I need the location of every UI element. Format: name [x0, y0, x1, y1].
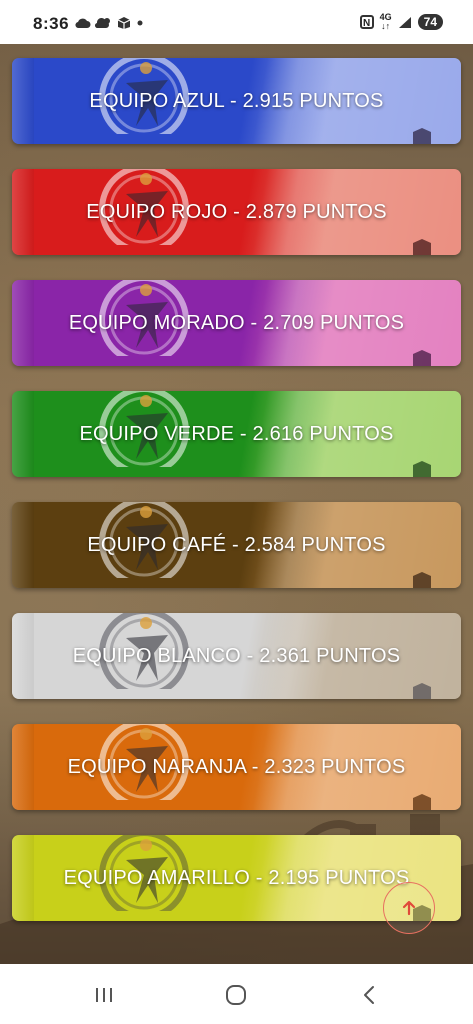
- back-button[interactable]: [354, 982, 384, 1008]
- recent-apps-icon: [96, 988, 112, 1002]
- network-4g-icon: 4G ↓↑: [379, 12, 392, 31]
- status-bar: 8:36 N 4G ↓↑ 74: [0, 0, 473, 44]
- team-card[interactable]: EQUIPO BLANCO - 2.361 PUNTOS: [12, 613, 461, 699]
- team-card[interactable]: EQUIPO NARANJA - 2.323 PUNTOS: [12, 724, 461, 810]
- team-card[interactable]: EQUIPO VERDE - 2.616 PUNTOS: [12, 391, 461, 477]
- team-card[interactable]: EQUIPO ROJO - 2.879 PUNTOS: [12, 169, 461, 255]
- dot-icon: [137, 20, 143, 26]
- battery-indicator: 74: [417, 14, 443, 30]
- system-icons: N 4G ↓↑ 74: [359, 12, 443, 31]
- flag-marker-icon: [413, 794, 431, 810]
- cloud-sun-icon: [95, 17, 110, 29]
- team-label: EQUIPO AMARILLO - 2.195 PUNTOS: [63, 866, 410, 889]
- status-time: 8:36: [33, 14, 70, 33]
- home-button[interactable]: [221, 982, 251, 1008]
- flag-marker-icon: [413, 239, 431, 255]
- nfc-icon: N: [359, 15, 374, 29]
- team-label: EQUIPO AZUL - 2.915 PUNTOS: [89, 89, 384, 112]
- flag-marker-icon: [413, 572, 431, 588]
- scroll-to-top-button[interactable]: [383, 882, 435, 934]
- team-label: EQUIPO MORADO - 2.709 PUNTOS: [68, 311, 405, 334]
- team-label: EQUIPO ROJO - 2.879 PUNTOS: [86, 200, 387, 223]
- cloud-icon: [75, 18, 91, 29]
- team-label: EQUIPO VERDE - 2.616 PUNTOS: [79, 422, 394, 445]
- recent-apps-button[interactable]: [89, 982, 119, 1008]
- network-label: 4G: [379, 12, 392, 22]
- back-icon: [364, 986, 374, 1004]
- flag-marker-icon: [413, 350, 431, 366]
- box-icon: [117, 17, 131, 29]
- team-card[interactable]: EQUIPO AZUL - 2.915 PUNTOS: [12, 58, 461, 144]
- team-card[interactable]: EQUIPO MORADO - 2.709 PUNTOS: [12, 280, 461, 366]
- flag-marker-icon: [413, 461, 431, 477]
- flag-marker-icon: [413, 683, 431, 699]
- team-label: EQUIPO NARANJA - 2.323 PUNTOS: [67, 755, 406, 778]
- team-ranking-screen[interactable]: EQUIPO AZUL - 2.915 PUNTOS EQUIPO ROJO -…: [0, 44, 473, 964]
- arrow-up-icon: [402, 900, 416, 916]
- notification-icons: [75, 16, 144, 30]
- team-label: EQUIPO BLANCO - 2.361 PUNTOS: [72, 644, 401, 667]
- team-list: EQUIPO AZUL - 2.915 PUNTOS EQUIPO ROJO -…: [12, 58, 461, 946]
- flag-marker-icon: [413, 128, 431, 144]
- home-icon: [226, 985, 246, 1005]
- system-navigation-bar: [0, 964, 473, 1024]
- signal-icon: [398, 16, 411, 28]
- team-card[interactable]: EQUIPO CAFÉ - 2.584 PUNTOS: [12, 502, 461, 588]
- team-label: EQUIPO CAFÉ - 2.584 PUNTOS: [87, 533, 386, 556]
